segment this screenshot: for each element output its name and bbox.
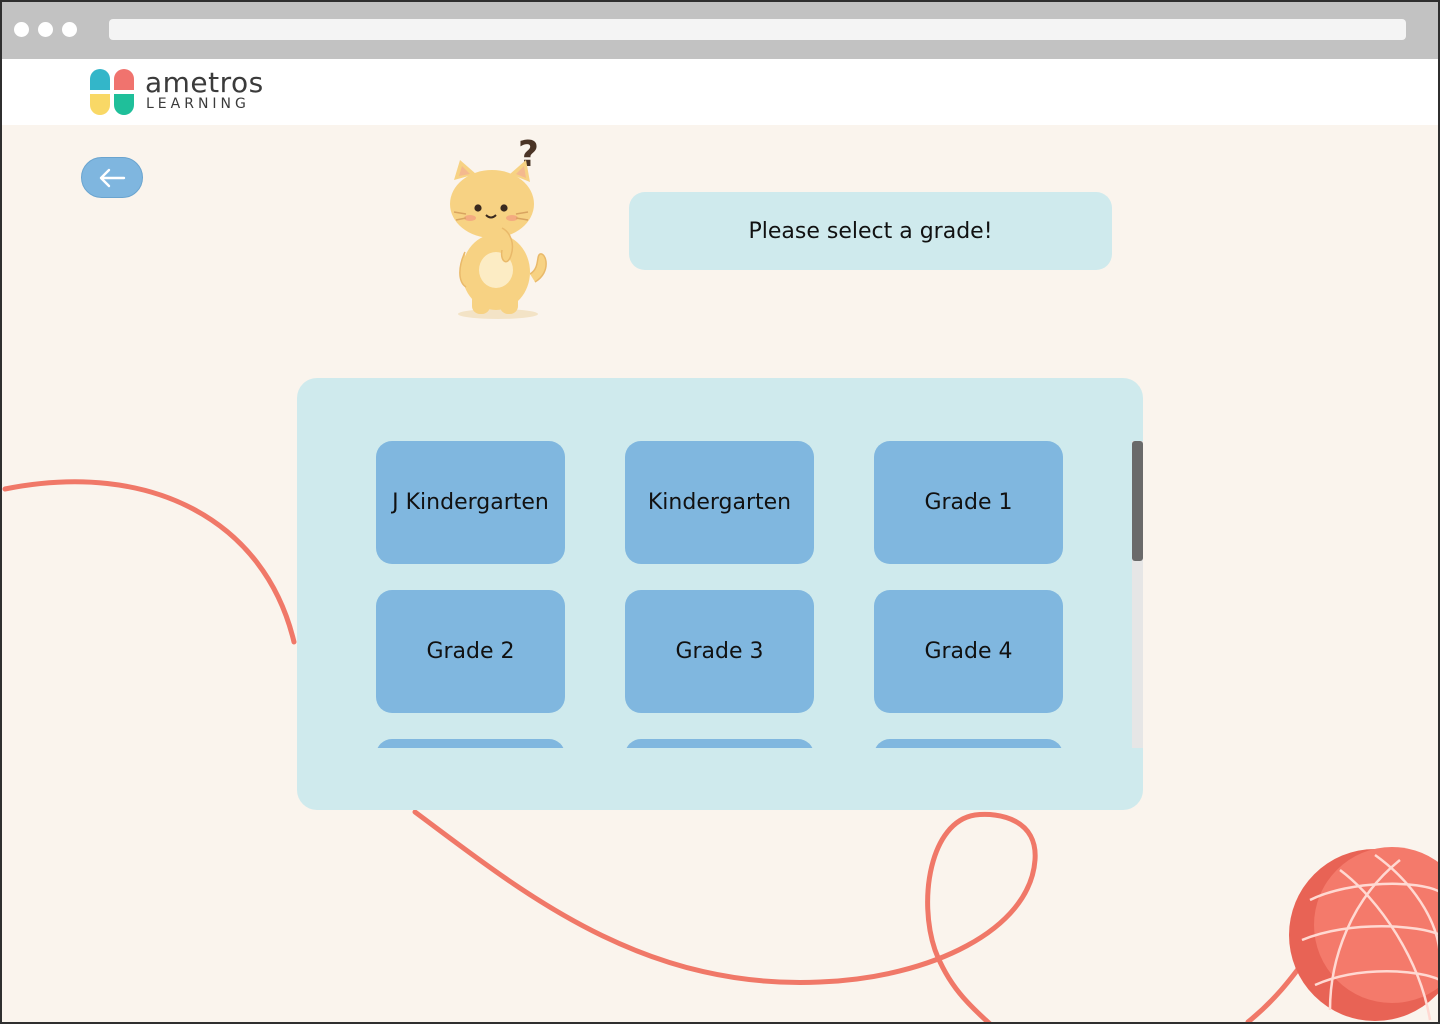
arrow-left-icon xyxy=(99,168,126,187)
window-dot xyxy=(14,22,29,37)
scrollbar-thumb[interactable] xyxy=(1132,441,1143,561)
brand-name: ametros xyxy=(145,66,264,99)
address-bar[interactable] xyxy=(109,19,1406,40)
back-button[interactable] xyxy=(81,157,143,198)
grade-option-grade-3[interactable]: Grade 3 xyxy=(625,590,814,713)
grade-option-j-kindergarten[interactable]: J Kindergarten xyxy=(376,441,565,564)
grade-option-grade-4[interactable]: Grade 4 xyxy=(874,590,1063,713)
logo-mark-icon xyxy=(90,69,134,115)
browser-chrome xyxy=(0,0,1440,59)
window-dot xyxy=(38,22,53,37)
grade-option-kindergarten[interactable]: Kindergarten xyxy=(625,441,814,564)
brand-logo[interactable]: ametros LEARNING xyxy=(88,68,278,118)
window-dot xyxy=(62,22,77,37)
grade-option-partial[interactable] xyxy=(874,739,1063,748)
grade-option-grade-1[interactable]: Grade 1 xyxy=(874,441,1063,564)
grade-option-partial[interactable] xyxy=(625,739,814,748)
grade-grid[interactable]: J Kindergarten Kindergarten Grade 1 Grad… xyxy=(376,441,1096,748)
prompt-bubble: Please select a grade! xyxy=(629,192,1112,270)
thinking-cat-icon: ? xyxy=(450,134,547,319)
yarn-ball-icon xyxy=(1289,847,1440,1021)
grade-option-grade-2[interactable]: Grade 2 xyxy=(376,590,565,713)
brand-subtitle: LEARNING xyxy=(146,96,250,112)
grade-option-partial[interactable] xyxy=(376,739,565,748)
